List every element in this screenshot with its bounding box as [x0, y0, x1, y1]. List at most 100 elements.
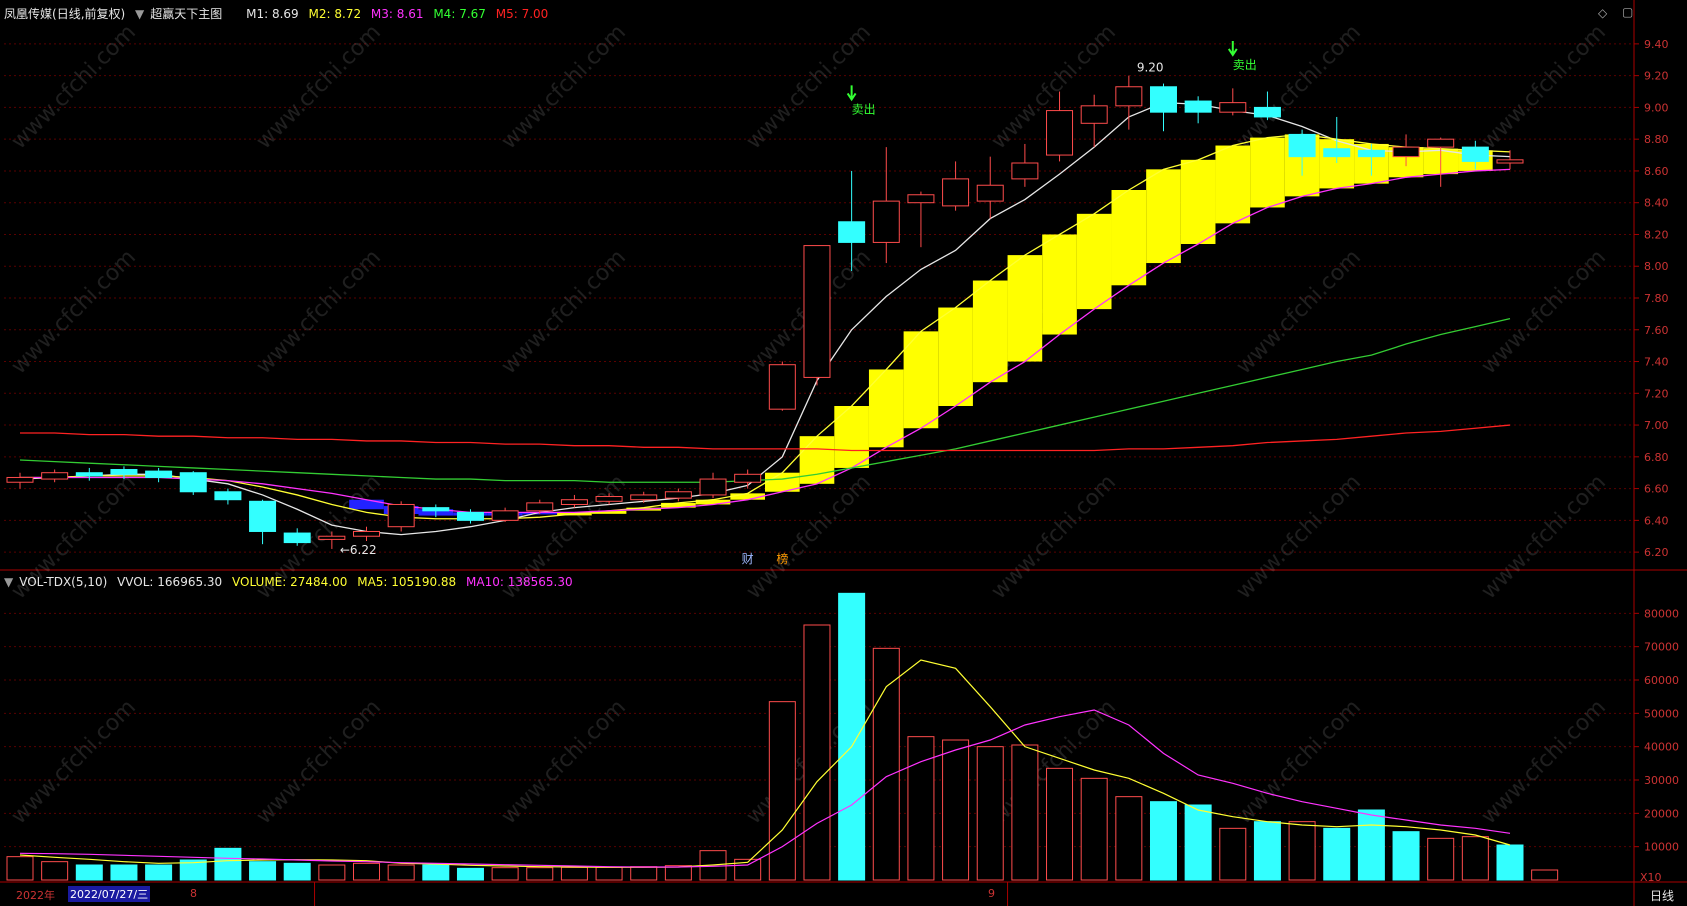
candle — [41, 469, 69, 483]
volume-bar — [6, 856, 34, 881]
price-tick-label: 7.60 — [1644, 324, 1669, 337]
candle — [907, 191, 935, 248]
price-tick-label: 6.40 — [1644, 514, 1669, 527]
volume-bar — [560, 866, 588, 881]
ribbon-band — [903, 331, 939, 429]
candle — [214, 488, 242, 505]
price-tick-label: 8.60 — [1644, 165, 1669, 178]
candle-body — [560, 499, 588, 505]
ribbon-band — [938, 307, 973, 406]
candle — [6, 472, 34, 489]
candle-body — [526, 502, 554, 512]
volume-bar — [249, 861, 277, 881]
candle-body — [387, 503, 415, 528]
volume-bar — [1080, 777, 1108, 881]
volume-bar — [491, 867, 519, 881]
candle-body — [318, 535, 346, 540]
candle-body — [1011, 162, 1039, 180]
volume-bar — [1184, 804, 1212, 881]
watermark-text: www.cfchi.com — [987, 470, 1121, 604]
volume-bar — [838, 592, 866, 881]
volume-bar — [768, 701, 796, 881]
candle-body — [422, 507, 450, 512]
ribbon-band — [1215, 145, 1251, 224]
candle-body — [353, 530, 381, 537]
date-cursor-label: 2022/07/27/三 — [68, 886, 151, 902]
watermark-text: www.cfchi.com — [1477, 470, 1611, 604]
watermark-text: www.cfchi.com — [7, 695, 141, 829]
candle — [1496, 150, 1524, 170]
price-tick-label: 7.40 — [1644, 356, 1669, 369]
candle — [387, 501, 415, 532]
ribbon-band — [799, 436, 835, 484]
candle-body — [1080, 105, 1108, 124]
volume-bar — [214, 847, 242, 881]
watermark-text: www.cfchi.com — [742, 470, 876, 604]
candle-body — [1288, 133, 1316, 158]
candle-body — [630, 494, 658, 501]
watermark-text: www.cfchi.com — [497, 20, 631, 154]
candle — [1184, 96, 1212, 124]
event-marker-label: 财 — [742, 552, 754, 566]
extreme-price-label: ←6.22 — [340, 543, 377, 557]
candle-body — [1046, 110, 1074, 156]
candle-body — [907, 194, 935, 204]
volume-bar — [1253, 821, 1281, 881]
candle-body — [803, 245, 831, 378]
watermark-text: www.cfchi.com — [742, 20, 876, 154]
candle-body — [664, 491, 692, 499]
candle-body — [1496, 159, 1524, 164]
watermark-text: www.cfchi.com — [1477, 245, 1611, 379]
candle-body — [699, 478, 727, 496]
volume-tick-label: 70000 — [1644, 641, 1679, 654]
volume-bar — [456, 867, 484, 881]
candle-body — [872, 200, 900, 243]
candle-body — [283, 532, 311, 544]
watermark-text: www.cfchi.com — [1232, 245, 1366, 379]
volume-bar — [803, 624, 831, 881]
volume-tick-label: 30000 — [1644, 774, 1679, 787]
ribbon-band — [1111, 190, 1147, 286]
candle — [630, 491, 658, 503]
candle — [942, 161, 970, 211]
volume-bar — [1011, 744, 1039, 881]
watermark-text: www.cfchi.com — [252, 695, 386, 829]
volume-bar — [1427, 837, 1455, 881]
candle-body — [179, 472, 207, 493]
volume-tick-label: 60000 — [1644, 674, 1679, 687]
sell-signal-label: 卖出 — [1233, 58, 1257, 72]
month-aug-label: 8 — [190, 887, 197, 900]
ma-line-m5 — [20, 424, 1511, 452]
candle-body — [1115, 86, 1143, 107]
period-button[interactable]: 日线 — [1650, 887, 1674, 904]
candle-body — [734, 473, 762, 483]
volume-bar — [526, 867, 554, 881]
watermark-text: www.cfchi.com — [497, 695, 631, 829]
candle-body — [1253, 106, 1281, 118]
ribbon-band — [349, 499, 384, 510]
ribbon-band — [972, 280, 1008, 383]
volume-tick-label: 10000 — [1644, 841, 1679, 854]
candle-body — [1149, 86, 1177, 113]
candle-body — [976, 184, 1004, 202]
candle-body — [942, 178, 970, 207]
candle-body — [1323, 148, 1351, 158]
candle-body — [1184, 100, 1212, 113]
candle — [1219, 88, 1247, 116]
candle-body — [491, 510, 519, 521]
chart-canvas[interactable]: 6.20 6.40 6.60 6.80 7.00 7.20 7.40 7.60 7.80 8.00… — [0, 0, 1687, 906]
volume-bar — [1496, 844, 1524, 881]
price-tick-label: 6.20 — [1644, 546, 1669, 559]
watermark-text: www.cfchi.com — [7, 20, 141, 154]
ribbon-band — [1180, 159, 1216, 244]
candle-body — [214, 491, 242, 501]
stock-chart-window: 凤凰传媒(日线,前复权) ▼ 超赢天下主图 M1: 8.69 M2: 8.72 M… — [0, 0, 1687, 906]
volume-bar — [110, 864, 138, 881]
watermark-text: www.cfchi.com — [7, 470, 141, 604]
candle-body — [456, 511, 484, 521]
candle — [353, 526, 381, 541]
candle-body — [41, 472, 69, 480]
sell-arrow-icon — [846, 85, 857, 102]
price-tick-label: 9.40 — [1644, 38, 1669, 51]
ribbon-band — [1007, 255, 1043, 362]
